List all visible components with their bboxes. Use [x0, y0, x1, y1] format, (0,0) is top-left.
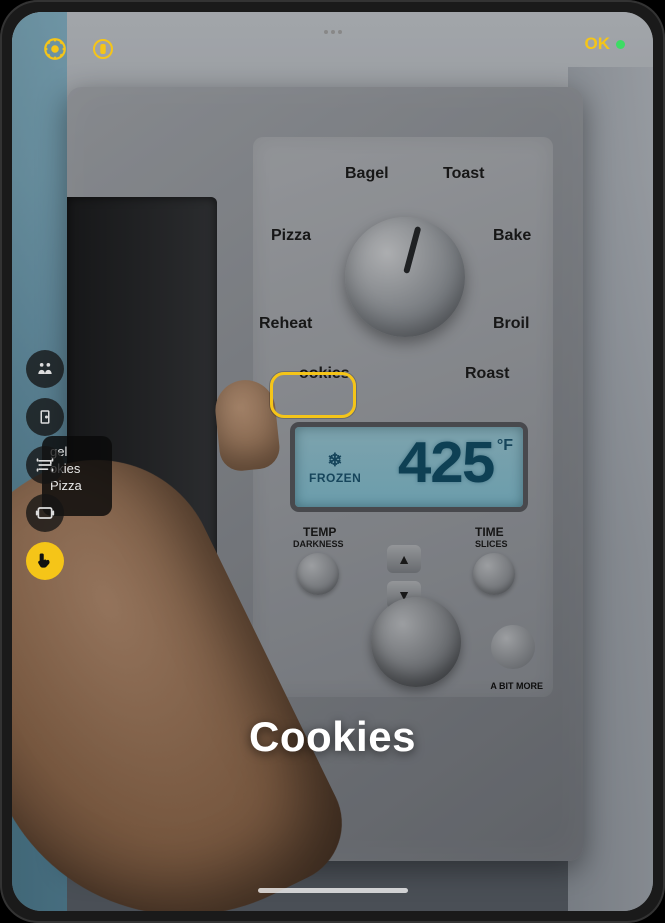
a-bit-more-label: A BIT MORE — [490, 681, 543, 691]
home-indicator[interactable] — [258, 888, 408, 893]
point-and-speak-icon[interactable] — [26, 542, 64, 580]
flashlight-icon[interactable] — [88, 34, 118, 64]
knob-label-reheat: Reheat — [259, 315, 312, 333]
lcd-unit: °F — [497, 437, 513, 455]
temp-sublabel: DARKNESS — [293, 539, 344, 549]
magnifier-camera-viewport[interactable]: Bagel Toast Pizza Bake Reheat Broil ooki… — [12, 12, 653, 911]
detection-status: OK — [585, 34, 626, 54]
image-descriptions-icon[interactable] — [26, 494, 64, 532]
time-knob-button — [473, 553, 515, 595]
status-dot-icon — [616, 40, 625, 49]
multitask-indicator[interactable] — [324, 30, 342, 34]
detection-mode-strip — [26, 350, 64, 580]
time-label: TIME — [475, 525, 504, 539]
knob-label-bagel: Bagel — [345, 165, 389, 183]
text-detection-icon[interactable] — [26, 446, 64, 484]
settings-icon[interactable] — [40, 34, 70, 64]
door-detection-icon[interactable] — [26, 398, 64, 436]
knob-indicator — [403, 226, 421, 274]
top-right-toolbar: OK — [585, 34, 626, 54]
status-label: OK — [585, 34, 611, 54]
start-cancel-knob — [371, 597, 461, 687]
lcd-display: FROZEN 425 °F — [295, 427, 523, 507]
time-sublabel: SLICES — [475, 539, 508, 549]
lcd-frozen-indicator: FROZEN — [309, 450, 361, 485]
a-bit-more-button — [491, 625, 535, 669]
knob-label-pizza: Pizza — [271, 227, 311, 245]
detection-highlight-box — [270, 372, 356, 418]
people-detection-icon[interactable] — [26, 350, 64, 388]
temp-label: TEMP — [303, 525, 336, 539]
detection-caption: Cookies — [12, 713, 653, 761]
arrow-up-button: ▲ — [387, 545, 421, 573]
knob-label-bake: Bake — [493, 227, 531, 245]
knob-label-broil: Broil — [493, 315, 529, 333]
knob-label-toast: Toast — [443, 165, 484, 183]
function-knob — [345, 217, 465, 337]
knob-label-roast: Roast — [465, 365, 509, 383]
temp-knob-button — [297, 553, 339, 595]
lcd-temperature-value: 425 — [397, 433, 493, 501]
ipad-frame: Bagel Toast Pizza Bake Reheat Broil ooki… — [0, 0, 665, 923]
top-left-toolbar — [40, 34, 118, 64]
